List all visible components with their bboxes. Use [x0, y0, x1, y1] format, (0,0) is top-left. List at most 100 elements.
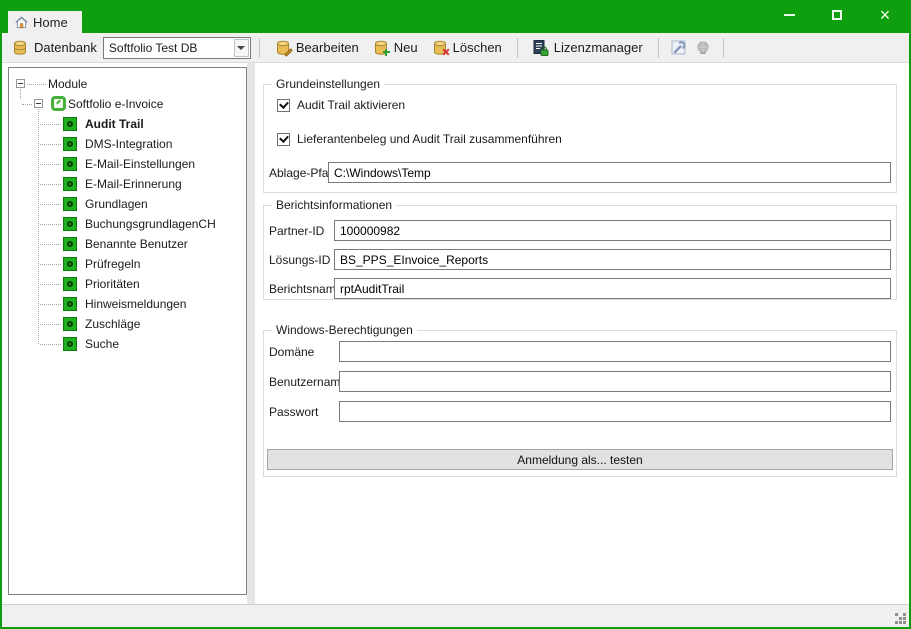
database-combobox[interactable]: Softfolio Test DB [103, 37, 251, 59]
tree-item-hinweismeldungen[interactable]: Hinweismeldungen [9, 294, 246, 314]
zusammenfuehren-checkbox[interactable] [277, 133, 290, 146]
domaene-row: Domäne [264, 341, 896, 362]
gear-icon [63, 337, 77, 351]
partner-id-input[interactable] [334, 220, 891, 241]
group-title: Grundeinstellungen [272, 77, 384, 91]
field-label: Benutzername [269, 375, 347, 389]
chevron-down-icon [237, 46, 245, 50]
maximize-icon [832, 10, 842, 20]
minimize-button[interactable] [773, 3, 805, 27]
field-label: Passwort [269, 405, 318, 419]
toolbar: Datenbank Softfolio Test DB Bearbeiten [2, 33, 909, 63]
zusammenfuehren-row: Lieferantenbeleg und Audit Trail zusamme… [277, 132, 562, 146]
combobox-dropdown-button[interactable] [234, 39, 249, 57]
loesungs-id-row: Lösungs-ID [264, 249, 896, 270]
field-label: Berichtsname [269, 282, 342, 296]
tab-home-label: Home [33, 15, 68, 30]
database-edit-icon [275, 40, 291, 56]
passwort-input[interactable] [339, 401, 891, 422]
database-label: Datenbank [34, 40, 97, 55]
titlebar: Home × [0, 0, 911, 33]
gear-icon [63, 277, 77, 291]
web-button-disabled[interactable] [691, 36, 715, 60]
tree-item-prioritaeten[interactable]: Prioritäten [9, 274, 246, 294]
minimize-icon [784, 14, 795, 16]
group-grundeinstellungen: Grundeinstellungen Audit Trail aktiviere… [263, 84, 897, 193]
tree-item-zuschlaege[interactable]: Zuschläge [9, 314, 246, 334]
home-icon [14, 15, 29, 30]
checkbox-label: Audit Trail aktivieren [297, 98, 405, 112]
panel-splitter[interactable] [247, 63, 255, 604]
tree-item-module[interactable]: Module [9, 74, 246, 94]
ablage-pfad-input[interactable] [328, 162, 891, 183]
module-tree: Module Softfolio e-Invoice Audit Trail D… [8, 67, 247, 595]
plus-badge-icon [382, 48, 391, 57]
license-manager-label: Lizenzmanager [554, 40, 643, 55]
resize-grip-icon[interactable] [894, 612, 906, 624]
collapse-icon[interactable] [16, 79, 25, 88]
database-new-icon [373, 40, 389, 56]
partner-id-row: Partner-ID [264, 220, 896, 241]
tree-item-email-erinnerung[interactable]: E-Mail-Erinnerung [9, 174, 246, 194]
ablage-pfad-row: Ablage-Pfad [264, 162, 896, 183]
group-title: Windows-Berechtigungen [272, 323, 417, 337]
client-area: Datenbank Softfolio Test DB Bearbeiten [2, 33, 909, 627]
tree-item-pruefregeln[interactable]: Prüfregeln [9, 254, 246, 274]
benutzername-row: Benutzername [264, 371, 896, 392]
close-button[interactable]: × [869, 3, 901, 27]
benutzername-input[interactable] [339, 371, 891, 392]
tree-item-buchungsgrundlagen-ch[interactable]: BuchungsgrundlagenCH [9, 214, 246, 234]
edit-button[interactable]: Bearbeiten [268, 37, 366, 59]
window-controls: × [757, 3, 901, 27]
collapse-icon[interactable] [34, 99, 43, 108]
audit-trail-aktivieren-checkbox[interactable] [277, 99, 290, 112]
app-window: Home × Datenbank Softfolio Test DB [0, 0, 911, 629]
passwort-row: Passwort [264, 401, 896, 422]
settings-panel: Grundeinstellungen Audit Trail aktiviere… [255, 63, 909, 604]
gear-icon [63, 317, 77, 331]
domaene-input[interactable] [339, 341, 891, 362]
gear-icon [63, 137, 77, 151]
e-invoice-app-icon [51, 96, 66, 111]
license-manager-icon [533, 40, 549, 56]
globe-icon [695, 40, 711, 56]
database-delete-icon [432, 40, 448, 56]
group-berichtsinformationen: Berichtsinformationen Partner-ID Lösungs… [263, 205, 897, 300]
toolbar-separator [259, 38, 260, 58]
pencil-badge-icon [284, 48, 293, 57]
tree-item-grundlagen[interactable]: Grundlagen [9, 194, 246, 214]
field-label: Domäne [269, 345, 314, 359]
field-label: Partner-ID [269, 224, 324, 238]
new-button[interactable]: Neu [366, 37, 425, 59]
toolbar-separator [658, 38, 659, 58]
gear-icon [63, 197, 77, 211]
field-label: Lösungs-ID [269, 253, 330, 267]
maximize-button[interactable] [821, 3, 853, 27]
database-icon [12, 40, 28, 56]
gear-icon [63, 257, 77, 271]
tree-item-email-einstellungen[interactable]: E-Mail-Einstellungen [9, 154, 246, 174]
gear-icon [63, 117, 77, 131]
login-test-button[interactable]: Anmeldung als... testen [267, 449, 893, 470]
berichtsname-row: Berichtsname [264, 278, 896, 299]
tab-home[interactable]: Home [8, 11, 82, 33]
tree-item-benannte-benutzer[interactable]: Benannte Benutzer [9, 234, 246, 254]
tree-item-softfolio-e-invoice[interactable]: Softfolio e-Invoice [9, 94, 246, 114]
tree-item-dms-integration[interactable]: DMS-Integration [9, 134, 246, 154]
berichtsname-input[interactable] [334, 278, 891, 299]
audit-trail-aktivieren-row: Audit Trail aktivieren [277, 98, 405, 112]
loesungs-id-input[interactable] [334, 249, 891, 270]
license-manager-button[interactable]: Lizenzmanager [526, 37, 650, 59]
field-label: Ablage-Pfad [269, 166, 335, 180]
wrench-icon [670, 39, 687, 56]
settings-wrench-button[interactable] [667, 36, 691, 60]
gear-icon [63, 297, 77, 311]
delete-button-label: Löschen [453, 40, 502, 55]
tree-item-audit-trail[interactable]: Audit Trail [9, 114, 246, 134]
close-icon: × [880, 6, 891, 24]
database-combobox-value: Softfolio Test DB [109, 41, 198, 55]
delete-button[interactable]: Löschen [425, 37, 509, 59]
toolbar-separator [517, 38, 518, 58]
tree-item-suche[interactable]: Suche [9, 334, 246, 354]
group-windows-berechtigungen: Windows-Berechtigungen Domäne Benutzerna… [263, 330, 897, 477]
